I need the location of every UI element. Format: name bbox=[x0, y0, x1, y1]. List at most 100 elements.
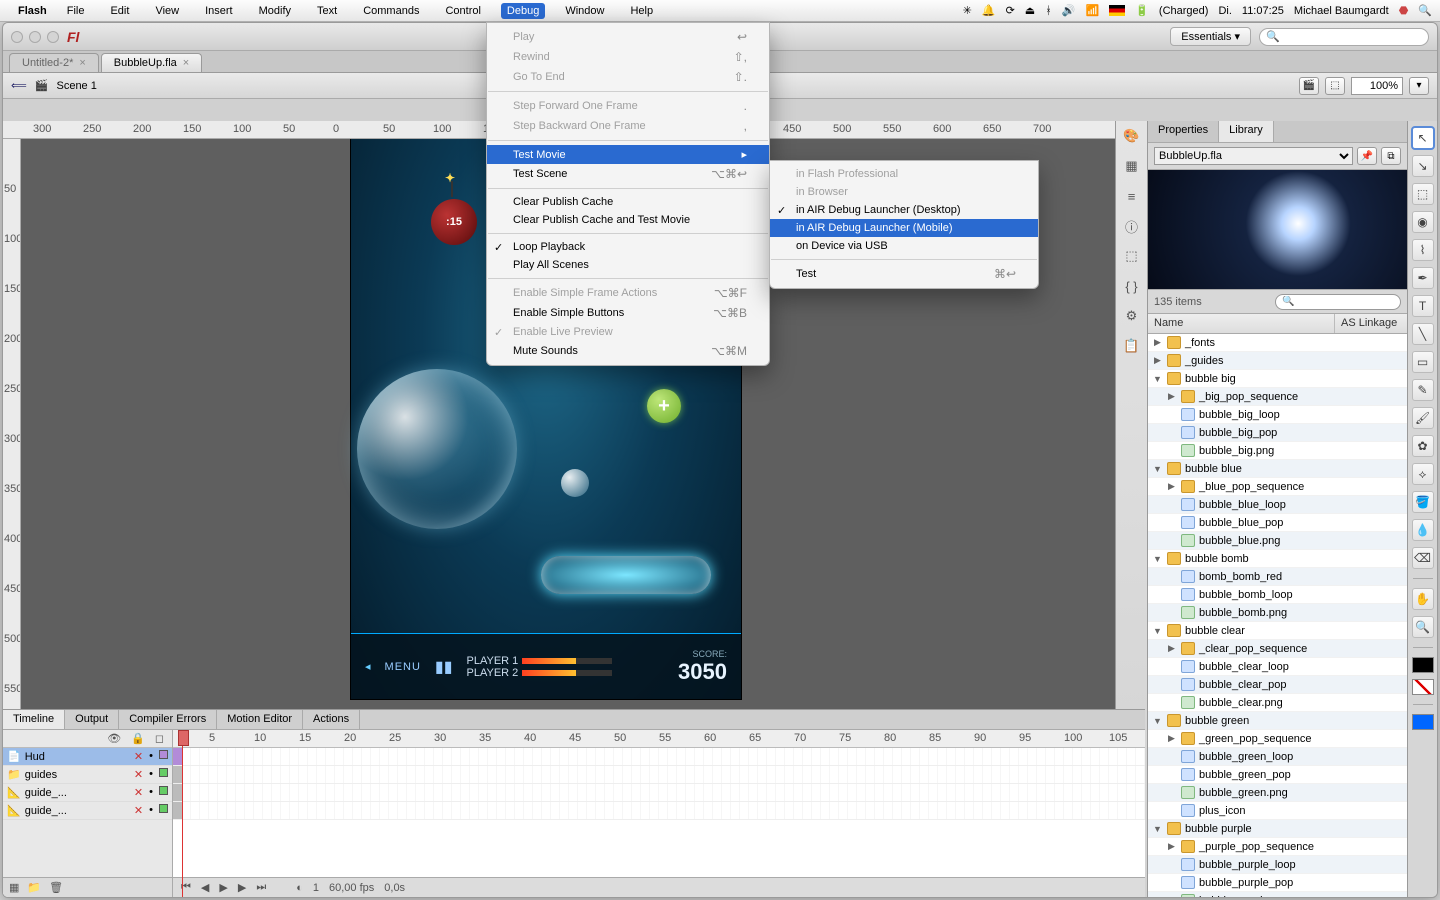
zoom-window-icon[interactable] bbox=[47, 31, 59, 43]
close-tab-icon[interactable]: × bbox=[183, 57, 189, 69]
library-item[interactable]: bubble_green_pop bbox=[1148, 766, 1407, 784]
menu-control[interactable]: Control bbox=[439, 3, 486, 19]
menu-file[interactable]: File bbox=[61, 3, 91, 19]
bomb-sprite[interactable]: :15 bbox=[431, 199, 477, 245]
library-item[interactable]: plus_icon bbox=[1148, 802, 1407, 820]
menu-debug[interactable]: Debug bbox=[501, 3, 545, 19]
frame-row[interactable] bbox=[173, 748, 1145, 766]
workspace-switcher[interactable]: Essentials ▾ bbox=[1170, 27, 1251, 46]
paint-bucket-tool-icon[interactable]: 🪣 bbox=[1412, 491, 1434, 513]
menu-view[interactable]: View bbox=[149, 3, 185, 19]
big-bubble-sprite[interactable] bbox=[357, 369, 517, 529]
menu-item[interactable]: Test Scene⌥⌘↩ bbox=[487, 164, 769, 184]
library-item[interactable]: bomb_bomb_red bbox=[1148, 568, 1407, 586]
traffic-lights[interactable] bbox=[11, 31, 59, 43]
submenu-item[interactable]: on Device via USB bbox=[770, 237, 1038, 255]
pencil-tool-icon[interactable]: ✎ bbox=[1412, 379, 1434, 401]
free-transform-tool-icon[interactable]: ⬚ bbox=[1412, 183, 1434, 205]
zoom-tool-icon[interactable]: 🔍 bbox=[1412, 616, 1434, 638]
line-tool-icon[interactable]: ╲ bbox=[1412, 323, 1434, 345]
bottom-tab-timeline[interactable]: Timeline bbox=[3, 710, 65, 729]
eraser-tool-icon[interactable]: ⌫ bbox=[1412, 547, 1434, 569]
panel-tab-library[interactable]: Library bbox=[1219, 121, 1274, 142]
hand-tool-icon[interactable]: ✋ bbox=[1412, 588, 1434, 610]
info-panel-icon[interactable]: ⓘ bbox=[1123, 217, 1141, 235]
lasso-tool-icon[interactable]: ⌇ bbox=[1412, 239, 1434, 261]
power-bar-sprite[interactable] bbox=[541, 556, 711, 594]
library-item[interactable]: bubble_big_loop bbox=[1148, 406, 1407, 424]
menu-item[interactable]: Clear Publish Cache bbox=[487, 193, 769, 211]
small-bubble-sprite[interactable] bbox=[561, 469, 589, 497]
playback-last-icon[interactable]: ⏭ bbox=[256, 881, 266, 894]
col-linkage[interactable]: AS Linkage bbox=[1335, 314, 1407, 333]
twisty-icon[interactable]: ▶ bbox=[1166, 841, 1177, 852]
transform-panel-icon[interactable]: ⬚ bbox=[1123, 247, 1141, 265]
library-item[interactable]: bubble_green_loop bbox=[1148, 748, 1407, 766]
menu-window[interactable]: Window bbox=[559, 3, 610, 19]
twisty-icon[interactable]: ▶ bbox=[1166, 733, 1177, 744]
menu-item[interactable]: Enable Simple Buttons⌥⌘B bbox=[487, 303, 769, 323]
doc-tab[interactable]: Untitled-2*× bbox=[9, 53, 99, 72]
timeline-layer[interactable]: 📁guides✕• bbox=[3, 766, 172, 784]
library-item[interactable]: ▼bubble big bbox=[1148, 370, 1407, 388]
twisty-icon[interactable]: ▼ bbox=[1152, 464, 1163, 474]
menu-edit[interactable]: Edit bbox=[104, 3, 135, 19]
subselection-tool-icon[interactable]: ↘ bbox=[1412, 155, 1434, 177]
library-item[interactable]: bubble_big.png bbox=[1148, 442, 1407, 460]
volume-icon[interactable]: 🔊 bbox=[1062, 4, 1076, 17]
library-item[interactable]: ▶_blue_pop_sequence bbox=[1148, 478, 1407, 496]
code-panel-icon[interactable]: { } bbox=[1123, 277, 1141, 295]
library-item[interactable]: ▼bubble purple bbox=[1148, 820, 1407, 838]
scene-name[interactable]: Scene 1 bbox=[56, 80, 96, 92]
timeline-layer[interactable]: 📐guide_...✕• bbox=[3, 802, 172, 820]
wifi-icon[interactable]: 📶 bbox=[1086, 4, 1100, 17]
outline-icon[interactable]: ◻ bbox=[155, 732, 164, 745]
submenu-item[interactable]: Test⌘↩ bbox=[770, 264, 1038, 284]
playback-next-icon[interactable]: ▶ bbox=[238, 881, 246, 894]
library-item[interactable]: ▶_big_pop_sequence bbox=[1148, 388, 1407, 406]
color-panel-icon[interactable]: 🎨 bbox=[1123, 127, 1141, 145]
twisty-icon[interactable]: ▼ bbox=[1152, 824, 1163, 834]
app-name[interactable]: Flash bbox=[18, 5, 47, 17]
library-item[interactable]: bubble_purple_loop bbox=[1148, 856, 1407, 874]
menu-modify[interactable]: Modify bbox=[253, 3, 297, 19]
brush-tool-icon[interactable]: 🖌 bbox=[1412, 407, 1434, 429]
pen-tool-icon[interactable]: ✒ bbox=[1412, 267, 1434, 289]
frames-area[interactable]: 5101520253035404550556065707580859095100… bbox=[173, 730, 1145, 897]
text-tool-icon[interactable]: T bbox=[1412, 295, 1434, 317]
rectangle-tool-icon[interactable]: ▭ bbox=[1412, 351, 1434, 373]
swatches-panel-icon[interactable]: ▦ bbox=[1123, 157, 1141, 175]
twisty-icon[interactable]: ▼ bbox=[1152, 554, 1163, 564]
menu-item[interactable]: Play All Scenes bbox=[487, 256, 769, 274]
zoom-input[interactable] bbox=[1351, 77, 1403, 95]
bone-tool-icon[interactable]: ⟡ bbox=[1412, 463, 1434, 485]
timeline-layer[interactable]: 📄Hud✕• bbox=[3, 748, 172, 766]
align-panel-icon[interactable]: ≡ bbox=[1123, 187, 1141, 205]
frame-row[interactable] bbox=[173, 766, 1145, 784]
library-item[interactable]: ▶_guides bbox=[1148, 352, 1407, 370]
library-item[interactable]: bubble_blue_pop bbox=[1148, 514, 1407, 532]
library-item[interactable]: bubble_blue_loop bbox=[1148, 496, 1407, 514]
menu-item[interactable]: ✓Loop Playback bbox=[487, 238, 769, 256]
library-item[interactable]: bubble_purple.png bbox=[1148, 892, 1407, 897]
control-menu-dropdown[interactable]: Play↩Rewind⇧,Go To End⇧.Step Forward One… bbox=[486, 22, 770, 366]
new-folder-icon[interactable]: 📁 bbox=[27, 881, 41, 894]
onion-icon[interactable]: ◐ bbox=[296, 882, 303, 894]
sync-icon[interactable]: ⟳ bbox=[1006, 4, 1015, 17]
help-search-input[interactable]: 🔍 bbox=[1259, 28, 1429, 46]
twisty-icon[interactable]: ▼ bbox=[1152, 374, 1163, 384]
twisty-icon[interactable]: ▶ bbox=[1166, 391, 1177, 402]
eyedropper-tool-icon[interactable]: 💧 bbox=[1412, 519, 1434, 541]
spotlight-icon[interactable]: 🔍 bbox=[1418, 4, 1432, 17]
menu-item[interactable]: Mute Sounds⌥⌘M bbox=[487, 341, 769, 361]
bottom-tab-output[interactable]: Output bbox=[65, 710, 119, 729]
edit-scene-icon[interactable]: 🎬 bbox=[1299, 77, 1319, 95]
delete-layer-icon[interactable]: 🗑 bbox=[49, 881, 63, 894]
library-list[interactable]: ▶_fonts▶_guides▼bubble big▶_big_pop_sequ… bbox=[1148, 334, 1407, 897]
pause-icon[interactable]: ▮▮ bbox=[435, 657, 453, 677]
bluetooth-icon[interactable]: ᚼ bbox=[1045, 5, 1052, 17]
library-item[interactable]: ▶_green_pop_sequence bbox=[1148, 730, 1407, 748]
selection-tool-icon[interactable]: ↖ bbox=[1412, 127, 1434, 149]
bottom-tab-actions[interactable]: Actions bbox=[303, 710, 360, 729]
fill-swatch[interactable] bbox=[1412, 714, 1434, 730]
